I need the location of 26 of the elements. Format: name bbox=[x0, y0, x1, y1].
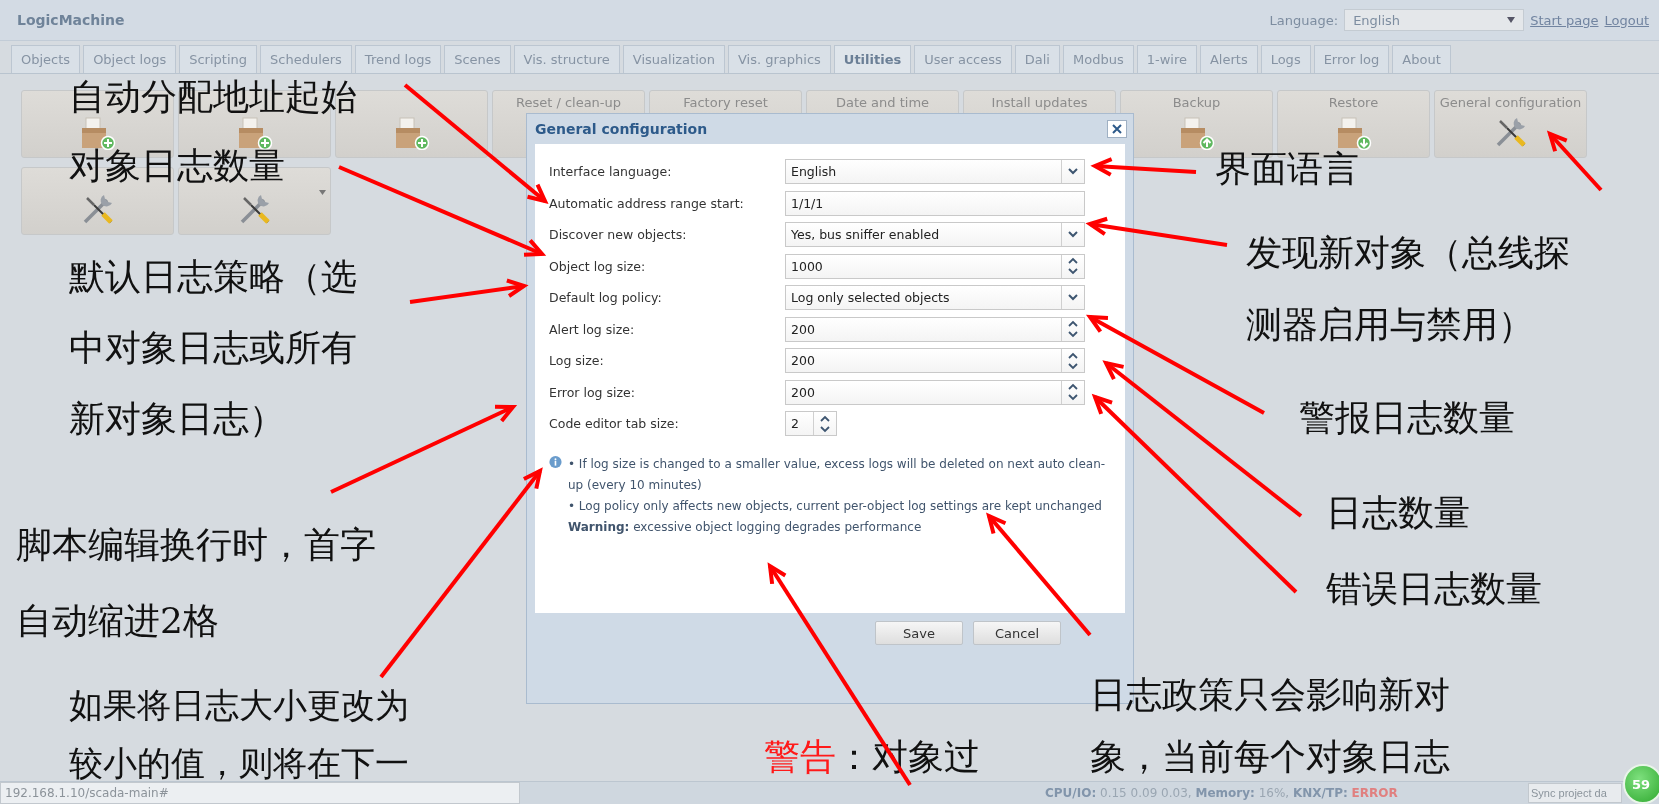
annotation-text: 警报日志数量 bbox=[1299, 396, 1515, 440]
info-note: • Log policy only affects new objects, current per-object log settings are kept unchanged bbox=[567, 497, 1103, 515]
annotation-text: 自动分配地址起始 bbox=[69, 75, 357, 119]
annotation-text: 默认日志策略（选中对象日志或所有新对象日志） bbox=[69, 255, 357, 441]
language-label: Language: bbox=[1269, 12, 1339, 28]
annotation-text: 日志数量 bbox=[1326, 491, 1470, 535]
field-label: Error log size: bbox=[549, 384, 636, 400]
field-label: Interface language: bbox=[549, 164, 673, 180]
field-label: Default log policy: bbox=[549, 290, 663, 306]
field-label: Code editor tab size: bbox=[549, 416, 680, 432]
link-url-tooltip: 192.168.1.10/scada-main# bbox=[0, 782, 520, 804]
annotation-text: 发现新对象（总线探测器启用与禁用） bbox=[1246, 231, 1570, 347]
field-label: Discover new objects: bbox=[549, 227, 688, 243]
dialog-title: General configuration bbox=[535, 121, 708, 137]
annotation-text: 脚本编辑换行时，首字自动缩进2格 bbox=[16, 523, 376, 643]
annotation-text: 对象日志数量 bbox=[69, 144, 285, 188]
field-label: Automatic address range start: bbox=[549, 195, 745, 211]
field-label: Object log size: bbox=[549, 258, 647, 274]
field-label: Log size: bbox=[549, 353, 605, 369]
info-note: • If log size is changed to a smaller value, excess logs will be deleted on next auto clean-up (every 10 minutes) bbox=[567, 455, 1107, 494]
info-note: Warning: excessive object logging degrades performance bbox=[567, 518, 923, 536]
field-label: Alert log size: bbox=[549, 321, 636, 337]
annotation-text: 错误日志数量 bbox=[1326, 567, 1542, 611]
annotation-text: 如果将日志大小更改为较小的值，则将在下一 bbox=[69, 684, 409, 785]
annotation-text: 日志政策只会影响新对象，当前每个对象日志 bbox=[1090, 673, 1450, 779]
app-title: LogicMachine bbox=[17, 12, 125, 28]
